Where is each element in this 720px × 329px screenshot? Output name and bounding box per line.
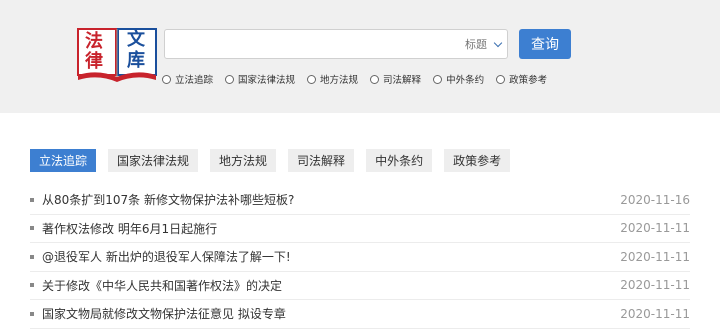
- article-title-link[interactable]: 著作权法修改 明年6月1日起施行: [42, 220, 217, 237]
- article-title-link[interactable]: 从80条扩到107条 新修文物保护法补哪些短板?: [42, 191, 294, 208]
- logo-char-fa: 法: [85, 31, 103, 52]
- chevron-down-icon: [493, 38, 503, 47]
- search-field-label: 标题: [465, 38, 487, 51]
- bullet-icon: [30, 197, 34, 202]
- radio-legislation-tracking[interactable]: 立法追踪: [162, 72, 213, 86]
- radio-label: 司法解释: [383, 75, 422, 86]
- tab-policy-reference[interactable]: 政策参考: [444, 149, 511, 172]
- radio-label: 中外条约: [446, 75, 485, 86]
- article-date: 2020-11-16: [620, 192, 690, 207]
- search-button[interactable]: 查询: [519, 29, 571, 59]
- search-field-select[interactable]: 标题: [465, 30, 503, 58]
- tab-local-regulations[interactable]: 地方法规: [210, 149, 277, 172]
- category-tabs: 立法追踪 国家法律法规 地方法规 司法解释 中外条约 政策参考: [30, 149, 511, 172]
- logo-char-lv: 律: [85, 51, 103, 72]
- radio-circle-icon: [496, 74, 506, 84]
- bullet-icon: [30, 254, 34, 259]
- radio-label: 地方法规: [320, 75, 359, 86]
- bullet-icon: [30, 311, 34, 316]
- radio-national-laws[interactable]: 国家法律法规: [225, 72, 295, 86]
- search-box: 标题: [164, 29, 508, 59]
- radio-circle-icon: [162, 74, 171, 84]
- logo[interactable]: 法 文 律 库: [76, 25, 162, 83]
- header: 法 文 律 库 标题 查询 立法追踪 国家法律法规 地方法规 司法解释 中外条约…: [0, 0, 720, 113]
- article-title-link[interactable]: 国家文物局就修改文物保护法征意见 拟设专章: [42, 305, 286, 322]
- radio-circle-icon: [370, 74, 380, 84]
- tab-judicial-interpretation[interactable]: 司法解释: [288, 149, 355, 172]
- radio-circle-icon: [307, 74, 317, 84]
- radio-label: 政策参考: [509, 75, 548, 86]
- list-item: 著作权法修改 明年6月1日起施行 2020-11-11: [30, 215, 690, 243]
- article-title-link[interactable]: 关于修改《中华人民共和国著作权法》的决定: [42, 277, 282, 294]
- article-title-link[interactable]: @退役军人 新出炉的退役军人保障法了解一下!: [42, 248, 291, 265]
- radio-circle-icon: [433, 74, 443, 84]
- radio-treaties[interactable]: 中外条约: [433, 72, 484, 86]
- tab-legislation-tracking[interactable]: 立法追踪: [30, 149, 97, 172]
- tab-treaties[interactable]: 中外条约: [366, 149, 433, 172]
- article-date: 2020-11-11: [620, 221, 690, 236]
- radio-judicial-interpretation[interactable]: 司法解释: [370, 72, 421, 86]
- radio-circle-icon: [225, 74, 235, 84]
- list-item: 从80条扩到107条 新修文物保护法补哪些短板? 2020-11-16: [30, 186, 690, 215]
- logo-char-ku: 库: [127, 50, 145, 71]
- search-input[interactable]: [165, 30, 455, 58]
- category-radio-group: 立法追踪 国家法律法规 地方法规 司法解释 中外条约 政策参考: [162, 72, 559, 86]
- tab-national-laws[interactable]: 国家法律法规: [108, 149, 199, 172]
- bullet-icon: [30, 283, 34, 288]
- radio-policy-reference[interactable]: 政策参考: [496, 72, 547, 86]
- list-item: 国家文物局就修改文物保护法征意见 拟设专章 2020-11-11: [30, 300, 690, 329]
- radio-label: 国家法律法规: [238, 75, 296, 86]
- list-item: @退役军人 新出炉的退役军人保障法了解一下! 2020-11-11: [30, 243, 690, 272]
- radio-label: 立法追踪: [175, 75, 214, 86]
- article-list: 从80条扩到107条 新修文物保护法补哪些短板? 2020-11-16 著作权法…: [30, 186, 690, 329]
- list-item: 关于修改《中华人民共和国著作权法》的决定 2020-11-11: [30, 272, 690, 300]
- article-date: 2020-11-11: [620, 249, 690, 264]
- article-date: 2020-11-11: [620, 306, 690, 321]
- article-date: 2020-11-11: [620, 278, 690, 293]
- logo-char-wen: 文: [127, 29, 145, 50]
- radio-local-regulations[interactable]: 地方法规: [307, 72, 358, 86]
- bullet-icon: [30, 226, 34, 231]
